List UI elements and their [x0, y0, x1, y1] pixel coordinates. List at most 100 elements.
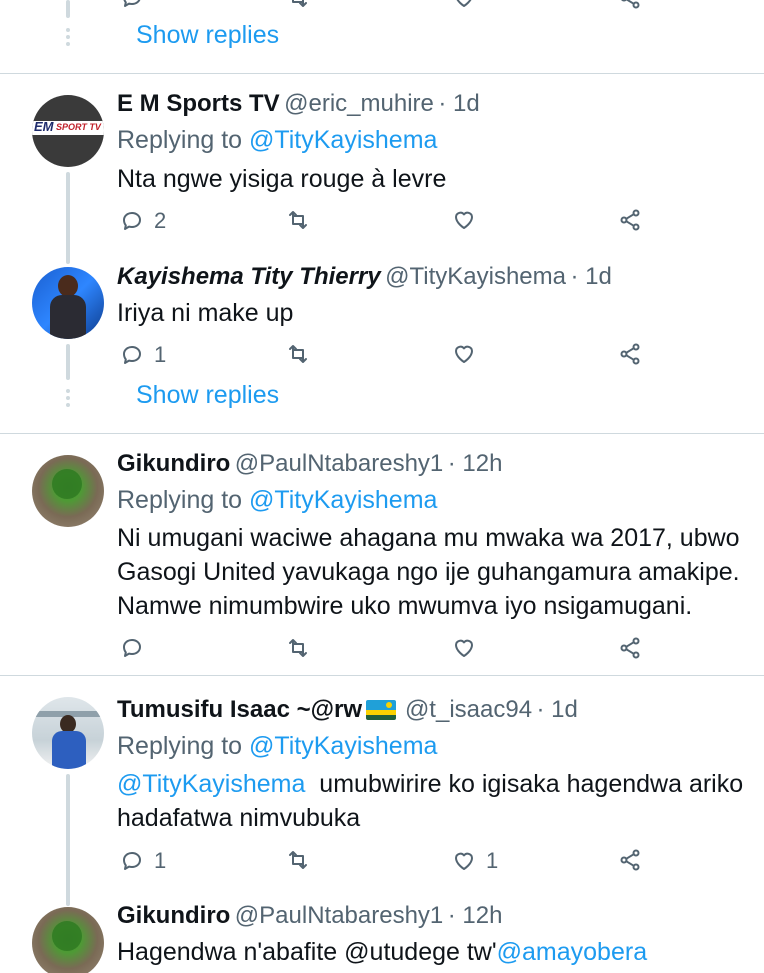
like-button[interactable]: 1 [452, 848, 498, 874]
like-button[interactable] [452, 208, 476, 232]
show-replies-link[interactable]: Show replies [136, 21, 279, 50]
reply-count: 2 [154, 208, 167, 233]
avatar[interactable] [32, 455, 104, 527]
tweet-text-line: Hagendwa n'abafite @utudege tw'@amayober… [117, 937, 647, 967]
retweet-button[interactable] [286, 636, 310, 660]
display-name[interactable]: Gikundiro [117, 902, 230, 929]
timestamp[interactable]: · 1d [537, 696, 578, 723]
tweet-text: Hagendwa n'abafite @utudege tw' [117, 938, 497, 966]
timestamp[interactable]: · 12h [448, 450, 503, 477]
reply-button[interactable]: 1 [120, 342, 166, 368]
retweet-icon [289, 345, 307, 363]
avatar[interactable]: EM SPORT TV [32, 95, 104, 167]
divider [0, 73, 764, 74]
mention-link[interactable]: @TityKayishema [249, 126, 437, 154]
reply-icon [123, 346, 141, 364]
retweet-icon [289, 851, 307, 869]
show-replies-link[interactable]: Show replies [136, 381, 279, 410]
reply-icon [123, 0, 141, 7]
like-button[interactable] [452, 0, 476, 10]
reply-count: 1 [154, 848, 167, 873]
tweet-text-line: @TityKayishema umubwirire ko igisaka hag… [117, 769, 743, 799]
mention-link[interactable]: @amayobera [497, 938, 647, 966]
share-icon [620, 637, 640, 659]
heart-icon [455, 639, 473, 657]
avatar-logo-text: EM [34, 119, 54, 134]
handle[interactable]: @TityKayishema [385, 263, 566, 290]
like-button[interactable] [452, 342, 476, 366]
avatar-logo-sub: SPORT TV [56, 122, 101, 132]
replying-label: Replying to [117, 486, 243, 514]
mention-link[interactable]: @TityKayishema [117, 770, 305, 798]
replying-to: Replying to @TityKayishema [117, 125, 437, 155]
share-button[interactable] [618, 342, 642, 366]
reply-icon [123, 212, 141, 230]
reply-icon [123, 852, 141, 870]
avatar[interactable] [32, 697, 104, 769]
retweet-button[interactable] [286, 342, 310, 366]
thread-line [66, 344, 70, 380]
thread-line [66, 774, 70, 906]
share-button[interactable] [618, 848, 642, 872]
tweet-header: Kayishema Tity Thierry @TityKayishema · … [117, 263, 612, 291]
avatar[interactable] [32, 267, 104, 339]
tweet-text-line: Gasogi United yavukaga ngo ije guhangamu… [117, 558, 740, 586]
like-button[interactable] [452, 636, 476, 660]
reply-button[interactable]: 1 [120, 848, 166, 874]
handle[interactable]: @PaulNtabareshy1 [235, 450, 443, 477]
mention-link[interactable]: @TityKayishema [249, 486, 437, 514]
replying-to: Replying to @TityKayishema [117, 731, 437, 761]
divider [0, 433, 764, 434]
reply-count: 1 [154, 342, 167, 367]
rwanda-flag-icon [366, 700, 397, 720]
tweet-text: Nta ngwe yisiga rouge à levre [117, 165, 447, 193]
share-icon [620, 209, 640, 231]
share-button[interactable] [618, 636, 642, 660]
retweet-button[interactable] [286, 0, 310, 10]
timestamp[interactable]: · 1d [570, 263, 611, 290]
reply-button[interactable]: 2 [120, 208, 166, 234]
handle[interactable]: @t_isaac94 [405, 696, 532, 723]
reply-button[interactable] [120, 0, 144, 10]
mention-link[interactable]: @TityKayishema [249, 732, 437, 760]
tweet-header: E M Sports TV @eric_muhire · 1d [117, 90, 480, 118]
retweet-icon [292, 0, 307, 7]
timestamp[interactable]: · 12h [448, 902, 503, 929]
replying-label: Replying to [117, 126, 243, 154]
thread-dots [66, 28, 70, 49]
share-icon [620, 849, 640, 871]
display-name[interactable]: E M Sports TV [117, 90, 280, 117]
retweet-button[interactable] [286, 848, 310, 872]
display-name[interactable]: Kayishema Tity Thierry [117, 263, 381, 290]
divider [0, 675, 764, 676]
replying-to: Replying to @TityKayishema [117, 485, 437, 515]
timestamp[interactable]: · 1d [438, 90, 479, 117]
share-icon [620, 343, 640, 365]
tweet-text: Iriya ni make up [117, 299, 294, 327]
reply-icon [123, 639, 141, 657]
display-name[interactable]: Gikundiro [117, 450, 230, 477]
share-button[interactable] [618, 208, 642, 232]
handle[interactable]: @PaulNtabareshy1 [235, 902, 443, 929]
avatar[interactable] [32, 907, 104, 973]
share-icon [621, 0, 640, 9]
heart-icon [455, 345, 473, 363]
reply-button[interactable] [120, 636, 144, 660]
heart-icon [455, 852, 473, 870]
display-name[interactable]: Tumusifu Isaac ~@rw [117, 696, 362, 723]
tweet-header: Gikundiro @PaulNtabareshy1 · 12h [117, 450, 502, 478]
retweet-icon [289, 211, 307, 229]
tweet-header: Gikundiro @PaulNtabareshy1 · 12h [117, 902, 502, 930]
handle[interactable]: @eric_muhire [284, 90, 434, 117]
replying-label: Replying to [117, 732, 243, 760]
retweet-icon [289, 639, 307, 657]
heart-icon [455, 211, 473, 229]
tweet-text: umubwirire ko igisaka hagendwa ariko [312, 770, 744, 798]
thread-line [66, 172, 70, 264]
thread-dots [66, 389, 70, 410]
tweet-text-line: hadafatwa nimvubuka [117, 804, 361, 832]
heart-icon [456, 0, 472, 7]
tweet-text-line: Namwe nimumbwire uko mwumva iyo nsigamug… [117, 592, 693, 620]
share-button[interactable] [618, 0, 642, 10]
retweet-button[interactable] [286, 208, 310, 232]
